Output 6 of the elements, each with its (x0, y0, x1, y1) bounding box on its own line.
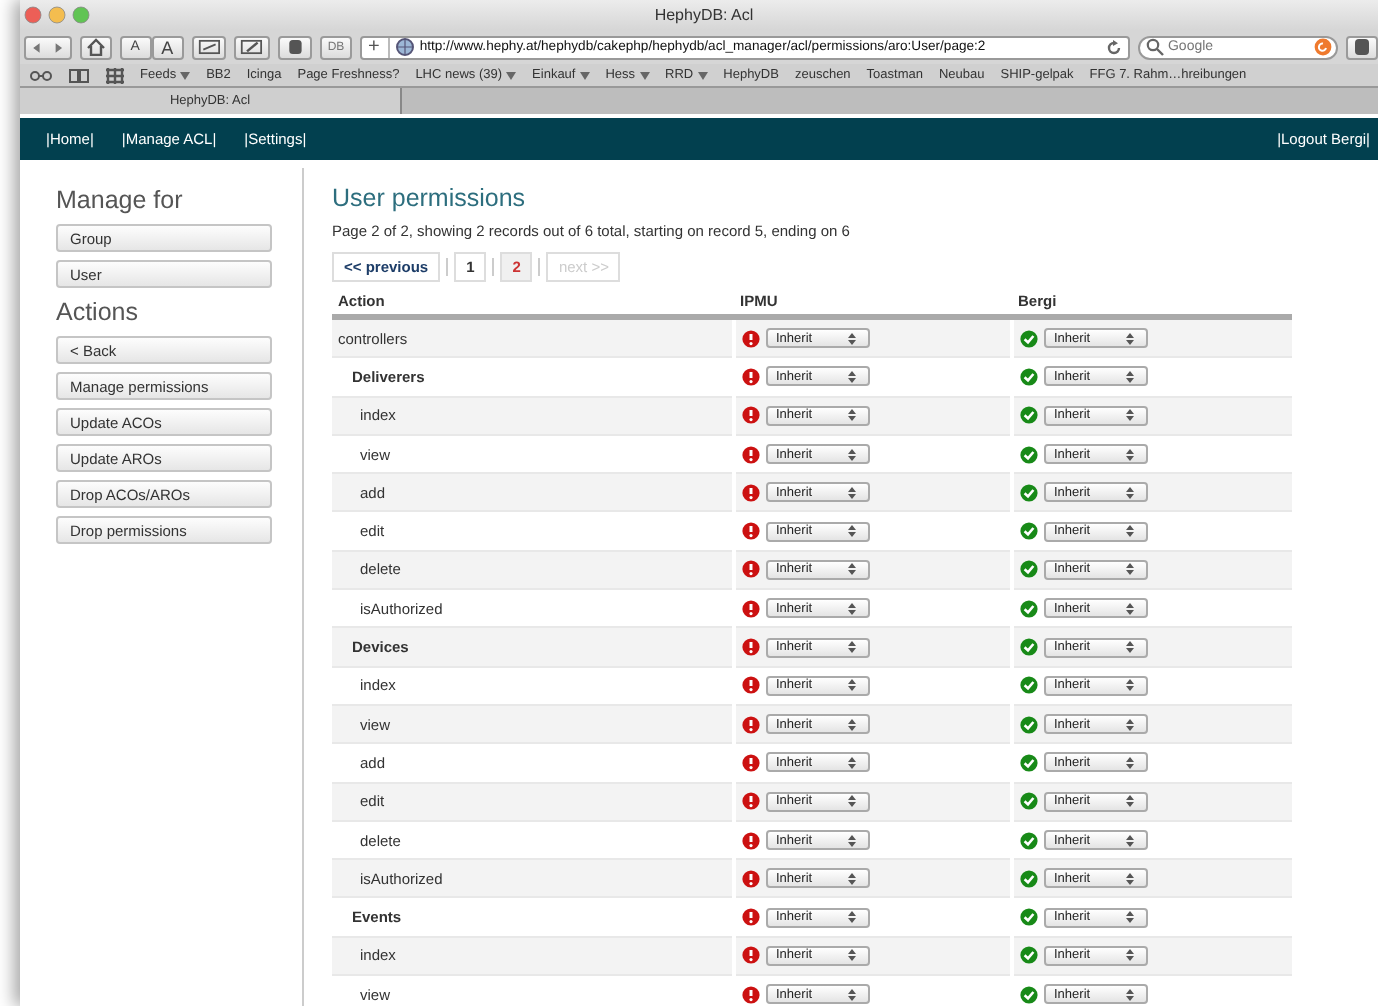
page-title: User permissions (332, 184, 528, 212)
sidebar-heading: Actions (56, 298, 140, 326)
add-bookmark-button[interactable]: + (367, 37, 390, 57)
sidebar-heading: Manage for (56, 186, 185, 214)
window-title: HephyDB: Acl (652, 6, 756, 24)
text-size-button[interactable]: A (151, 35, 184, 59)
